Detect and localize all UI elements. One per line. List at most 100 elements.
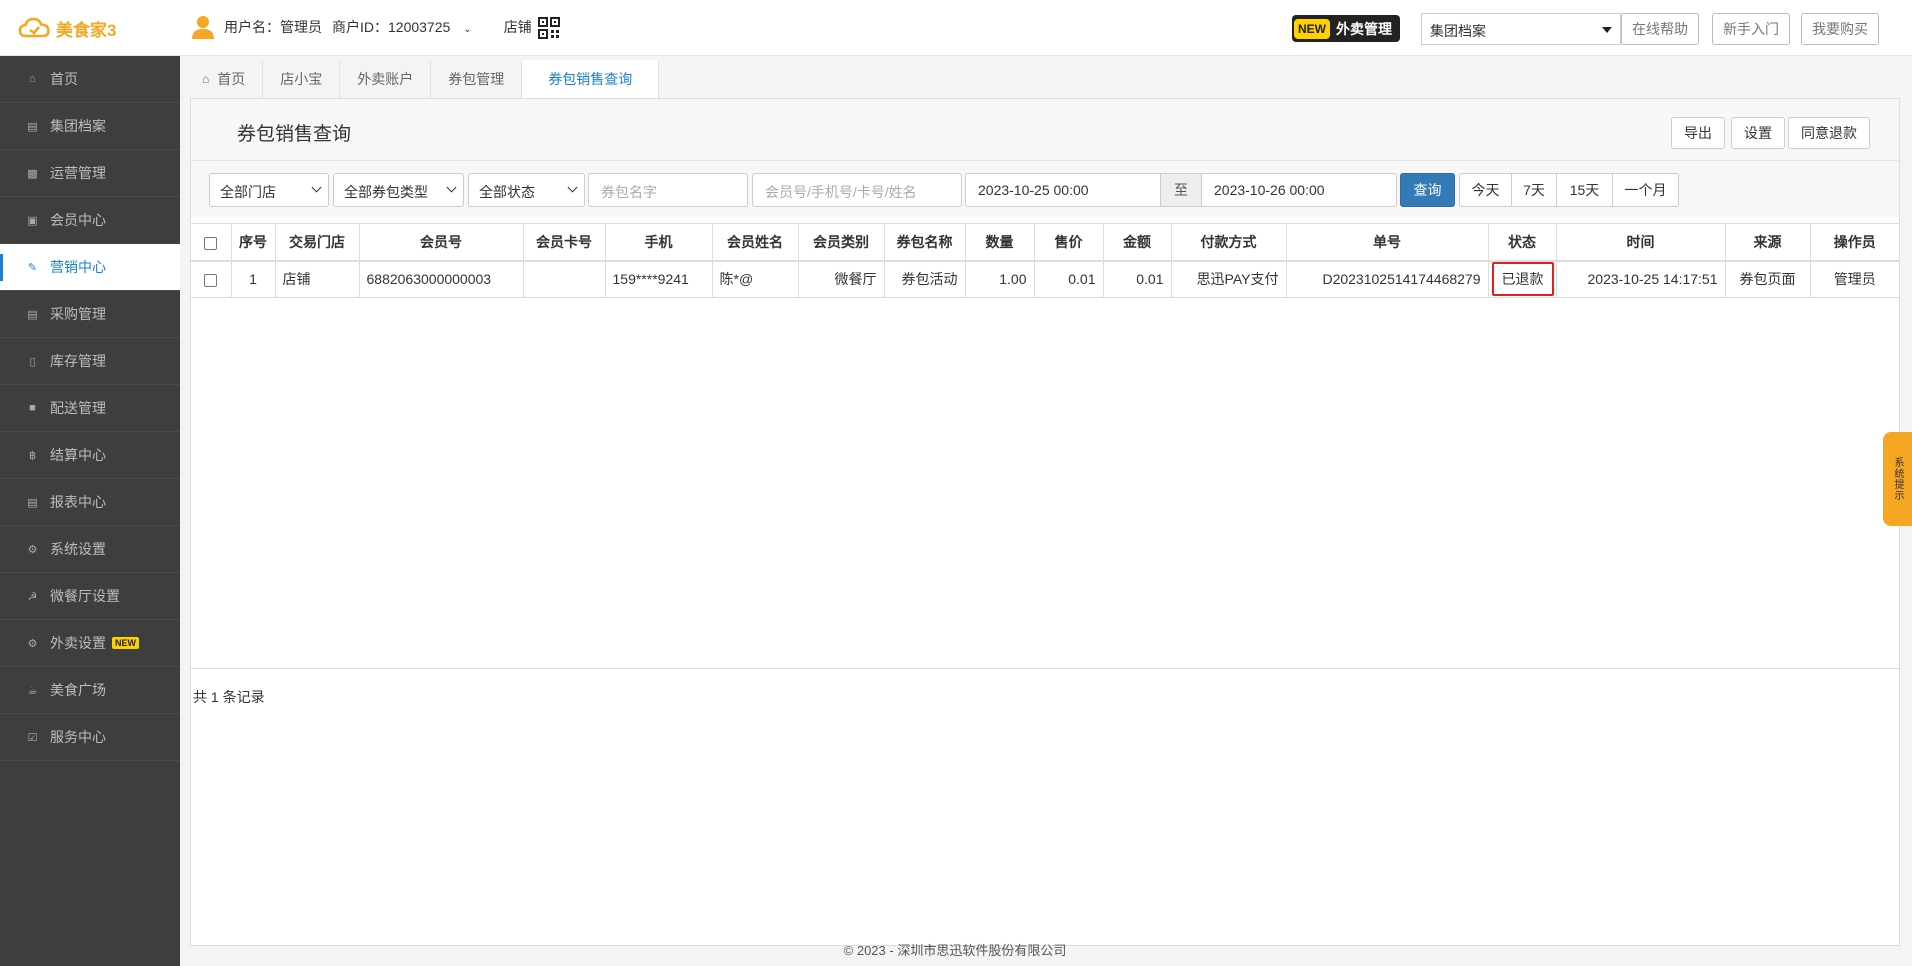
sidebar-item-label: 首页 [50,71,78,87]
range-15-days-button[interactable]: 15天 [1556,173,1613,207]
date-from-input[interactable]: 2023-10-25 00:00 [965,173,1161,207]
new-tag: NEW [1294,18,1330,39]
edit-icon: ✎ [27,261,38,274]
query-button[interactable]: 查询 [1400,173,1455,207]
tab-dianxiaobao[interactable]: 店小宝 [263,60,341,98]
new-badge: NEW [112,637,139,649]
member-search-input[interactable]: 会员号/手机号/卡号/姓名 [752,173,962,207]
sidebar-item-delivery[interactable]: ■ 配送管理 [0,385,180,432]
cell-member-no: 6882063000000003 [359,260,524,298]
column-header[interactable]: 会员类别 [798,223,885,262]
column-header[interactable]: 操作员 [1810,223,1899,262]
chevron-down-icon [311,182,322,193]
file-icon: ▤ [27,120,38,133]
sidebar-item-members[interactable]: ▣ 会员中心 [0,197,180,244]
sidebar-item-service-center[interactable]: ☑ 服务中心 [0,714,180,761]
archive-select[interactable]: 集团档案 [1421,13,1621,45]
sidebar-item-label: 集团档案 [50,118,106,134]
row-checkbox[interactable] [204,274,218,288]
tab-coupon-package-management[interactable]: 券包管理 [431,60,523,98]
tab-takeout-account[interactable]: 外卖账户 [340,60,432,98]
system-tip-button[interactable]: 系统提示 [1883,432,1912,526]
column-header[interactable]: 交易门店 [275,223,360,262]
home-icon: ⌂ [29,73,36,85]
merchant-id-dropdown[interactable]: 商户ID：12003725 ⌄ [332,17,482,37]
sidebar-item-group-archive[interactable]: ▤ 集团档案 [0,103,180,150]
sidebar-item-food-plaza[interactable]: ☕ 美食广场 [0,667,180,714]
store-label[interactable]: 店铺 [504,17,532,37]
sidebar-item-takeout-settings[interactable]: ⚙ 外卖设置 NEW [0,620,180,667]
column-header[interactable]: 序号 [231,223,276,262]
sidebar-item-reports[interactable]: ▤ 报表中心 [0,479,180,526]
sidebar-item-label: 系统设置 [50,541,106,557]
online-help-button[interactable]: 在线帮助 [1621,13,1699,45]
column-header[interactable]: 来源 [1725,223,1811,262]
column-header[interactable]: 金额 [1103,223,1172,262]
column-header[interactable]: 单号 [1286,223,1489,262]
quick-range-group: 今天 7天 15天 一个月 [1459,173,1679,207]
column-header[interactable]: 会员姓名 [712,223,799,262]
column-header[interactable]: 状态 [1488,223,1557,262]
range-one-month-button[interactable]: 一个月 [1612,173,1679,207]
sidebar-item-settlement[interactable]: ฿ 结算中心 [0,432,180,479]
table-row[interactable]: 1 店铺 6882063000000003 159****9241 陈*@ 微餐… [191,260,1899,298]
sidebar-item-label: 会员中心 [50,212,106,228]
package-type-select[interactable]: 全部券包类型 [333,173,464,207]
sidebar-item-purchasing[interactable]: ▤ 采购管理 [0,291,180,338]
row-select-cell [191,260,232,298]
cell-package-name: 券包活动 [884,260,966,298]
select-all-cell [191,223,232,262]
column-header[interactable]: 售价 [1034,223,1104,262]
package-type-select-value: 全部券包类型 [344,184,428,200]
store-select[interactable]: 全部门店 [209,173,329,207]
sidebar-item-inventory[interactable]: ▯ 库存管理 [0,338,180,385]
sidebar-item-system-settings[interactable]: ⚙ 系统设置 [0,526,180,573]
cell-quantity: 1.00 [965,260,1035,298]
column-header[interactable]: 会员卡号 [523,223,606,262]
package-name-input[interactable]: 券包名字 [588,173,748,207]
status-select[interactable]: 全部状态 [468,173,585,207]
date-to-input[interactable]: 2023-10-26 00:00 [1201,173,1397,207]
settings-button[interactable]: 设置 [1731,117,1785,149]
range-7-days-button[interactable]: 7天 [1511,173,1557,207]
range-today-button[interactable]: 今天 [1459,173,1512,207]
takeout-management-button[interactable]: NEW 外卖管理 [1292,15,1400,42]
export-button[interactable]: 导出 [1671,117,1725,149]
cell-price: 0.01 [1034,260,1104,298]
cell-order-no: D2023102514174468279 [1286,260,1489,298]
sales-table: 序号 交易门店 会员号 会员卡号 手机 会员姓名 会员类别 券包名称 数量 售价… [191,223,1899,298]
main-panel: 券包销售查询 导出 设置 同意退款 全部门店 全部券包类型 全部状态 券包名字 … [190,98,1900,946]
sidebar-item-label: 库存管理 [50,353,106,369]
column-header[interactable]: 会员号 [359,223,524,262]
record-count: 共 1 条记录 [193,689,265,705]
logo[interactable]: 美食家3 [18,14,116,42]
sidebar-item-marketing[interactable]: ✎ 营销中心 [0,244,180,291]
sidebar-item-micro-restaurant[interactable]: ☭ 微餐厅设置 [0,573,180,620]
qr-code-icon[interactable] [538,17,560,39]
select-all-checkbox[interactable] [204,236,218,250]
sidebar-item-label: 报表中心 [50,494,106,510]
approve-refund-button[interactable]: 同意退款 [1788,117,1870,149]
sidebar-item-label: 运营管理 [50,165,106,181]
column-header[interactable]: 数量 [965,223,1035,262]
report-icon: ▤ [27,496,38,509]
buy-button[interactable]: 我要购买 [1801,13,1879,45]
column-header[interactable]: 手机 [605,223,713,262]
sidebar-item-operations[interactable]: ▩ 运营管理 [0,150,180,197]
sidebar-item-home[interactable]: ⌂ 首页 [0,56,180,103]
beginner-guide-button[interactable]: 新手入门 [1712,13,1790,45]
column-header[interactable]: 时间 [1556,223,1726,262]
cloud-logo-icon [18,17,50,38]
tab-home[interactable]: ⌂ 首页 [180,60,264,98]
cell-member-card-no [523,260,606,298]
takeout-management-label: 外卖管理 [1336,20,1392,37]
merchant-id-label: 商户ID：12003725 [332,19,451,35]
cell-index: 1 [231,260,276,298]
document-icon: ▯ [29,355,36,368]
column-header[interactable]: 券包名称 [884,223,966,262]
tab-coupon-package-sales-query[interactable]: 券包销售查询 [522,60,660,98]
logo-text: 美食家3 [56,20,117,40]
tab-bar: ⌂ 首页 店小宝 外卖账户 券包管理 券包销售查询 [180,60,660,98]
column-header[interactable]: 付款方式 [1171,223,1287,262]
cell-payment-method: 思迅PAY支付 [1171,260,1287,298]
